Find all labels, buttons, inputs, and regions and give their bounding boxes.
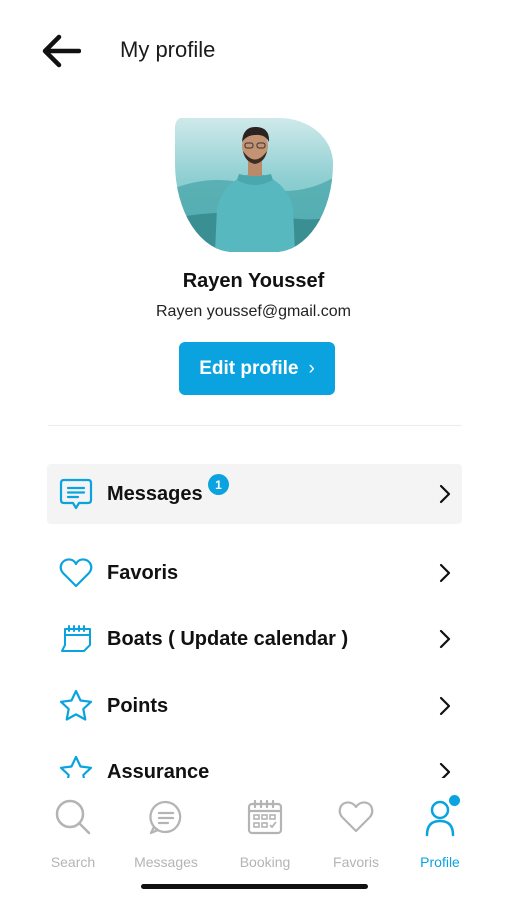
avatar[interactable] [175, 118, 333, 252]
menu-item-label: Boats ( Update calendar ) [107, 627, 349, 650]
tab-label: Search [50, 854, 96, 870]
chevron-right-icon [439, 484, 451, 504]
home-indicator [141, 884, 368, 889]
menu-item-favoris[interactable]: Favoris [47, 543, 462, 603]
profile-menu: Messages 1 Favoris Boats ( Update calend… [0, 464, 507, 778]
tab-label: Messages [134, 854, 198, 870]
edit-profile-button[interactable]: Edit profile › [179, 342, 335, 395]
tab-messages[interactable]: Messages [121, 796, 211, 871]
tab-label: Profile [420, 854, 460, 870]
tab-search[interactable]: Search [28, 796, 118, 871]
menu-item-label: Favoris [107, 561, 179, 584]
chevron-right-icon [439, 629, 451, 649]
tab-booking[interactable]: Booking [220, 796, 310, 871]
tab-label: Favoris [333, 854, 379, 870]
heart-icon [56, 553, 96, 593]
search-icon [52, 796, 94, 838]
calendar-icon [56, 619, 96, 659]
tab-profile[interactable]: Profile [395, 795, 485, 871]
menu-item-assurance[interactable]: Assurance [47, 742, 462, 778]
tab-favoris[interactable]: Favoris [311, 796, 401, 871]
chevron-right-icon: › [308, 357, 315, 379]
header: My profile [0, 0, 507, 100]
page-title: My profile [120, 37, 216, 62]
calendar-icon [244, 796, 286, 838]
message-icon [56, 474, 96, 514]
back-button[interactable] [40, 33, 82, 69]
user-email: Rayen youssef@gmail.com [156, 303, 351, 320]
chevron-right-icon [439, 762, 451, 778]
menu-item-messages[interactable]: Messages 1 [47, 464, 462, 524]
chevron-right-icon [439, 696, 451, 716]
user-icon [419, 795, 461, 838]
arrow-left-icon [42, 34, 81, 68]
unread-badge: 1 [208, 474, 229, 495]
bottom-tab-bar: Search Messages Booking Favoris Profile [0, 778, 507, 900]
heart-icon [335, 796, 377, 838]
user-name: Rayen Youssef [182, 270, 325, 292]
menu-item-points[interactable]: Points [47, 676, 462, 736]
menu-item-label: Assurance [107, 760, 210, 779]
chat-icon [145, 796, 187, 838]
tab-label: Booking [239, 854, 291, 870]
star-icon [56, 686, 96, 726]
notification-dot [449, 795, 460, 806]
edit-profile-label: Edit profile [199, 357, 299, 379]
settings-icon [56, 752, 96, 778]
divider [48, 425, 462, 426]
chevron-right-icon [439, 563, 451, 583]
menu-item-label: Messages [107, 482, 203, 505]
menu-item-boats[interactable]: Boats ( Update calendar ) [47, 609, 462, 669]
menu-item-label: Points [107, 694, 169, 717]
